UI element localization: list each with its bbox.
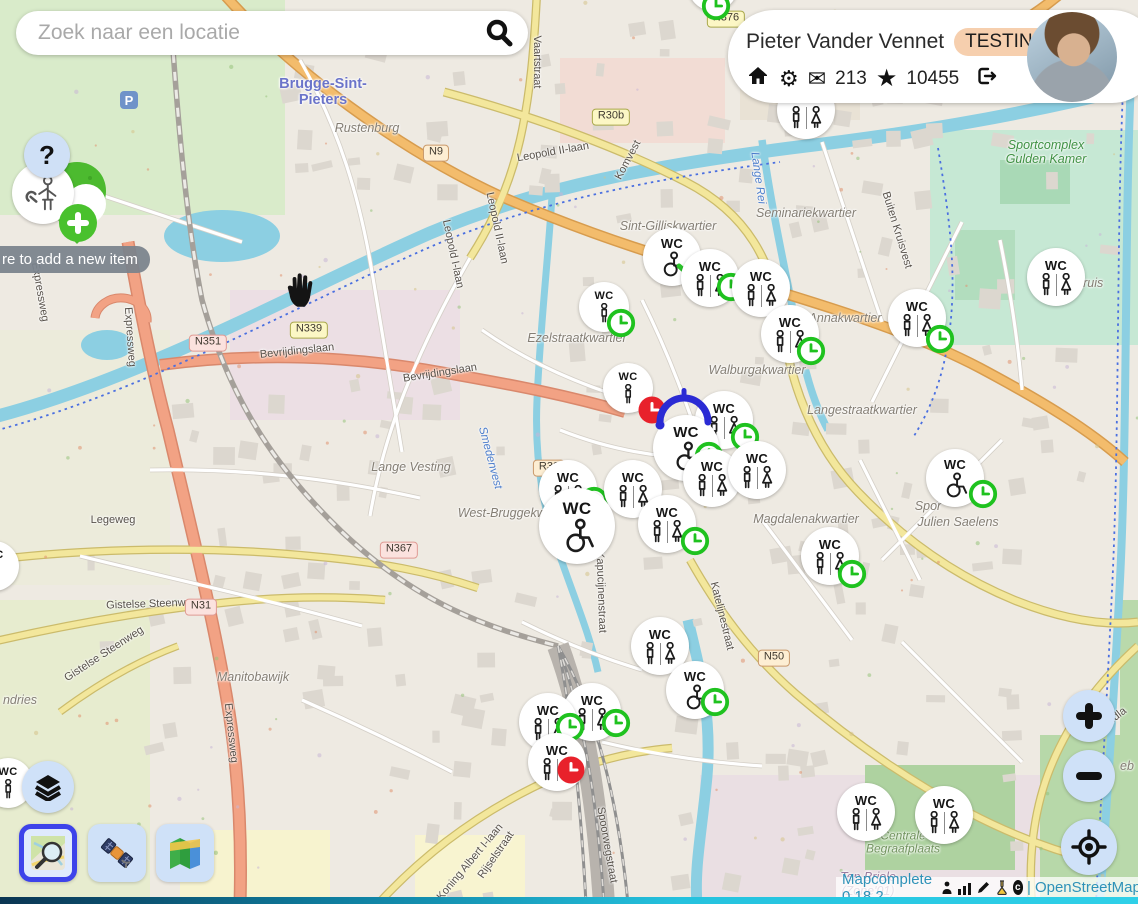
opening-hours-open-badge	[796, 336, 826, 371]
attribution-bar: Mapcomplete 0.18.2 c | OpenStreetMap	[836, 877, 1138, 898]
wc-marker[interactable]: WC	[915, 786, 973, 844]
opening-hours-open-badge	[700, 687, 730, 722]
help-button[interactable]: ?	[24, 132, 70, 178]
search-icon[interactable]	[484, 18, 514, 48]
opening-hours-open-badge	[968, 479, 998, 514]
folded-map-icon	[166, 834, 204, 872]
opening-hours-open-badge	[701, 0, 731, 26]
search-bar	[16, 11, 528, 55]
logout-icon[interactable]	[974, 64, 998, 93]
copyright-icon[interactable]: c	[1013, 880, 1023, 895]
closed-badge	[556, 755, 586, 790]
map-app: Brugge-Sint-PietersRustenburgVaartstraat…	[0, 0, 1138, 904]
search-input[interactable]	[36, 20, 484, 46]
wc-marker[interactable]: WC	[837, 783, 895, 841]
wc-marker[interactable]: WC	[728, 441, 786, 499]
blue-arc-marker[interactable]	[654, 388, 714, 439]
zoom-in-button[interactable]	[1063, 690, 1115, 742]
user-name[interactable]: Pieter Vander Vennet	[746, 30, 944, 54]
bottom-accent-strip	[0, 897, 1138, 904]
settings-gear-icon[interactable]: ⚙	[779, 68, 799, 90]
zoom-out-button[interactable]	[1063, 750, 1115, 802]
satellite-icon	[98, 834, 136, 872]
opening-hours-open-badge	[837, 559, 867, 594]
add-new-item-button[interactable]	[59, 204, 97, 242]
hand-cursor-icon	[284, 272, 318, 313]
star-icon[interactable]: ★	[876, 67, 898, 91]
geolocate-button[interactable]	[1061, 819, 1117, 875]
layers-button[interactable]	[22, 761, 74, 813]
opening-hours-open-badge	[601, 708, 631, 743]
contributors-icon[interactable]	[941, 881, 953, 895]
crosshair-icon	[1071, 829, 1107, 865]
flask-icon[interactable]	[995, 880, 1009, 895]
pencil-icon[interactable]	[976, 880, 991, 895]
basemap-carto-button[interactable]	[156, 824, 214, 882]
basemap-satellite-button[interactable]	[88, 824, 146, 882]
wc-marker[interactable]: WC	[539, 488, 615, 564]
opening-hours-open-badge	[680, 526, 710, 561]
wc-marker[interactable]: WC	[1027, 248, 1085, 306]
basemap-osm-button[interactable]	[19, 824, 77, 882]
changeset-count: 10455	[906, 68, 959, 90]
wc-marker[interactable]: WC	[0, 541, 19, 591]
attribution-separator: |	[1027, 879, 1031, 896]
messages-count: 213	[835, 68, 867, 90]
add-item-tooltip: re to add a new item	[0, 246, 150, 273]
layers-icon	[34, 773, 62, 801]
osm-logo-icon	[30, 835, 66, 871]
user-avatar[interactable]	[1027, 12, 1117, 102]
minus-icon	[1074, 761, 1104, 791]
opening-hours-open-badge	[606, 308, 636, 343]
messages-envelope-icon[interactable]: ✉	[808, 68, 826, 90]
user-panel: Pieter Vander Vennet TESTING ⚙ ✉ 213 ★ 1…	[728, 10, 1138, 103]
plus-icon	[1074, 701, 1104, 731]
home-icon[interactable]	[746, 64, 770, 93]
opening-hours-open-badge	[925, 324, 955, 359]
statistics-icon[interactable]	[957, 881, 972, 895]
osm-link[interactable]: OpenStreetMap	[1035, 879, 1138, 896]
poi-markers-layer: WCWCWCWCWCWCWCWCWCWCWCWCWCWCWCWCWCWCWCWC…	[0, 0, 1138, 904]
